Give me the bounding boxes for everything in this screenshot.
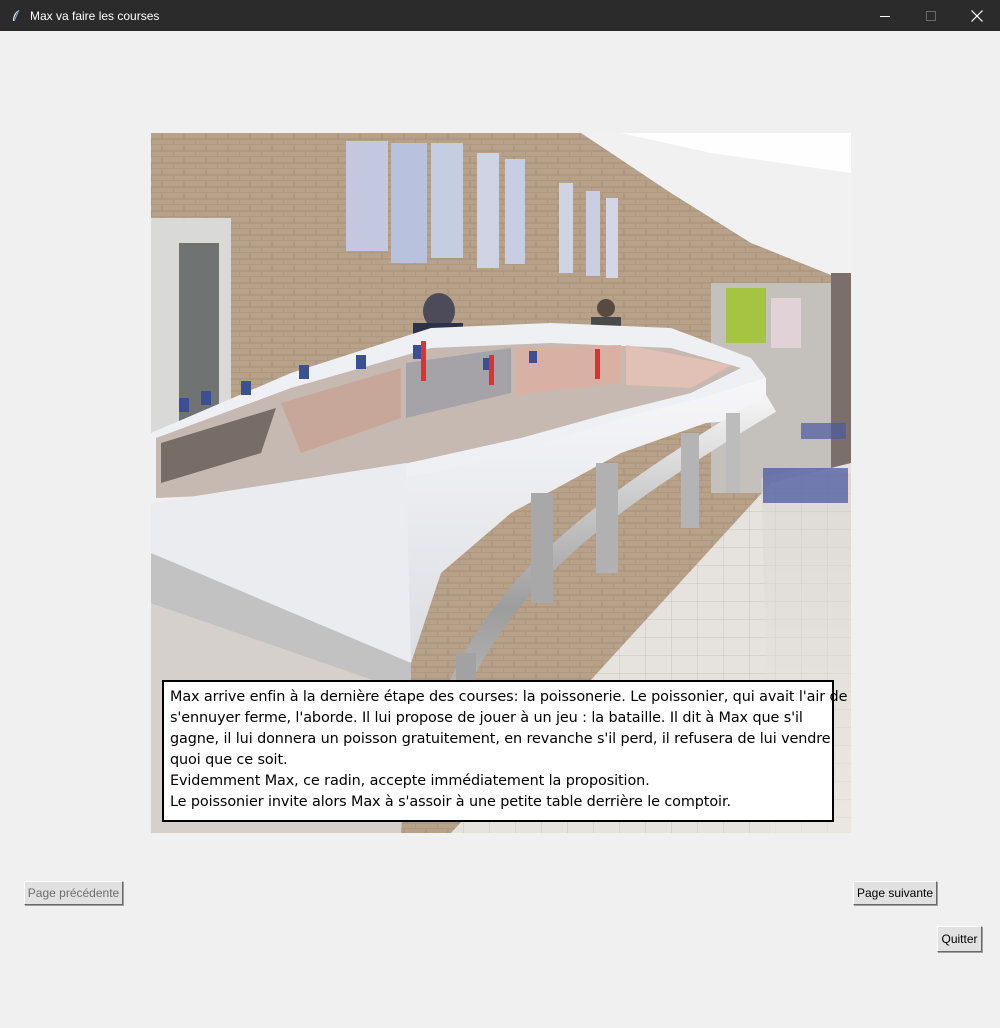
previous-page-button[interactable]: Page précédente <box>24 881 123 905</box>
maximize-icon <box>926 10 936 21</box>
story-text-box: Max arrive enfin à la dernière étape des… <box>162 680 848 822</box>
title-bar[interactable]: Max va faire les courses <box>0 0 1000 31</box>
story-line: Le poissonier invite alors Max à s'assoi… <box>170 794 731 810</box>
story-line: Max arrive enfin à la dernière étape des… <box>170 689 848 705</box>
quit-button[interactable]: Quitter <box>937 926 982 952</box>
maximize-button[interactable] <box>908 0 954 31</box>
close-icon <box>971 9 983 22</box>
story-line: s'ennuyer ferme, l'aborde. Il lui propos… <box>170 710 803 726</box>
next-page-button[interactable]: Page suivante <box>853 881 937 905</box>
feather-icon <box>9 9 23 23</box>
story-line: gagne, il lui donnera un poisson gratuit… <box>170 731 831 747</box>
story-line: quoi que ce soit. <box>170 752 288 768</box>
minimize-button[interactable] <box>862 0 908 31</box>
story-line: Evidemment Max, ce radin, accepte immédi… <box>170 773 650 789</box>
minimize-icon <box>880 15 890 17</box>
window-title: Max va faire les courses <box>30 8 160 23</box>
close-button[interactable] <box>954 0 1000 31</box>
